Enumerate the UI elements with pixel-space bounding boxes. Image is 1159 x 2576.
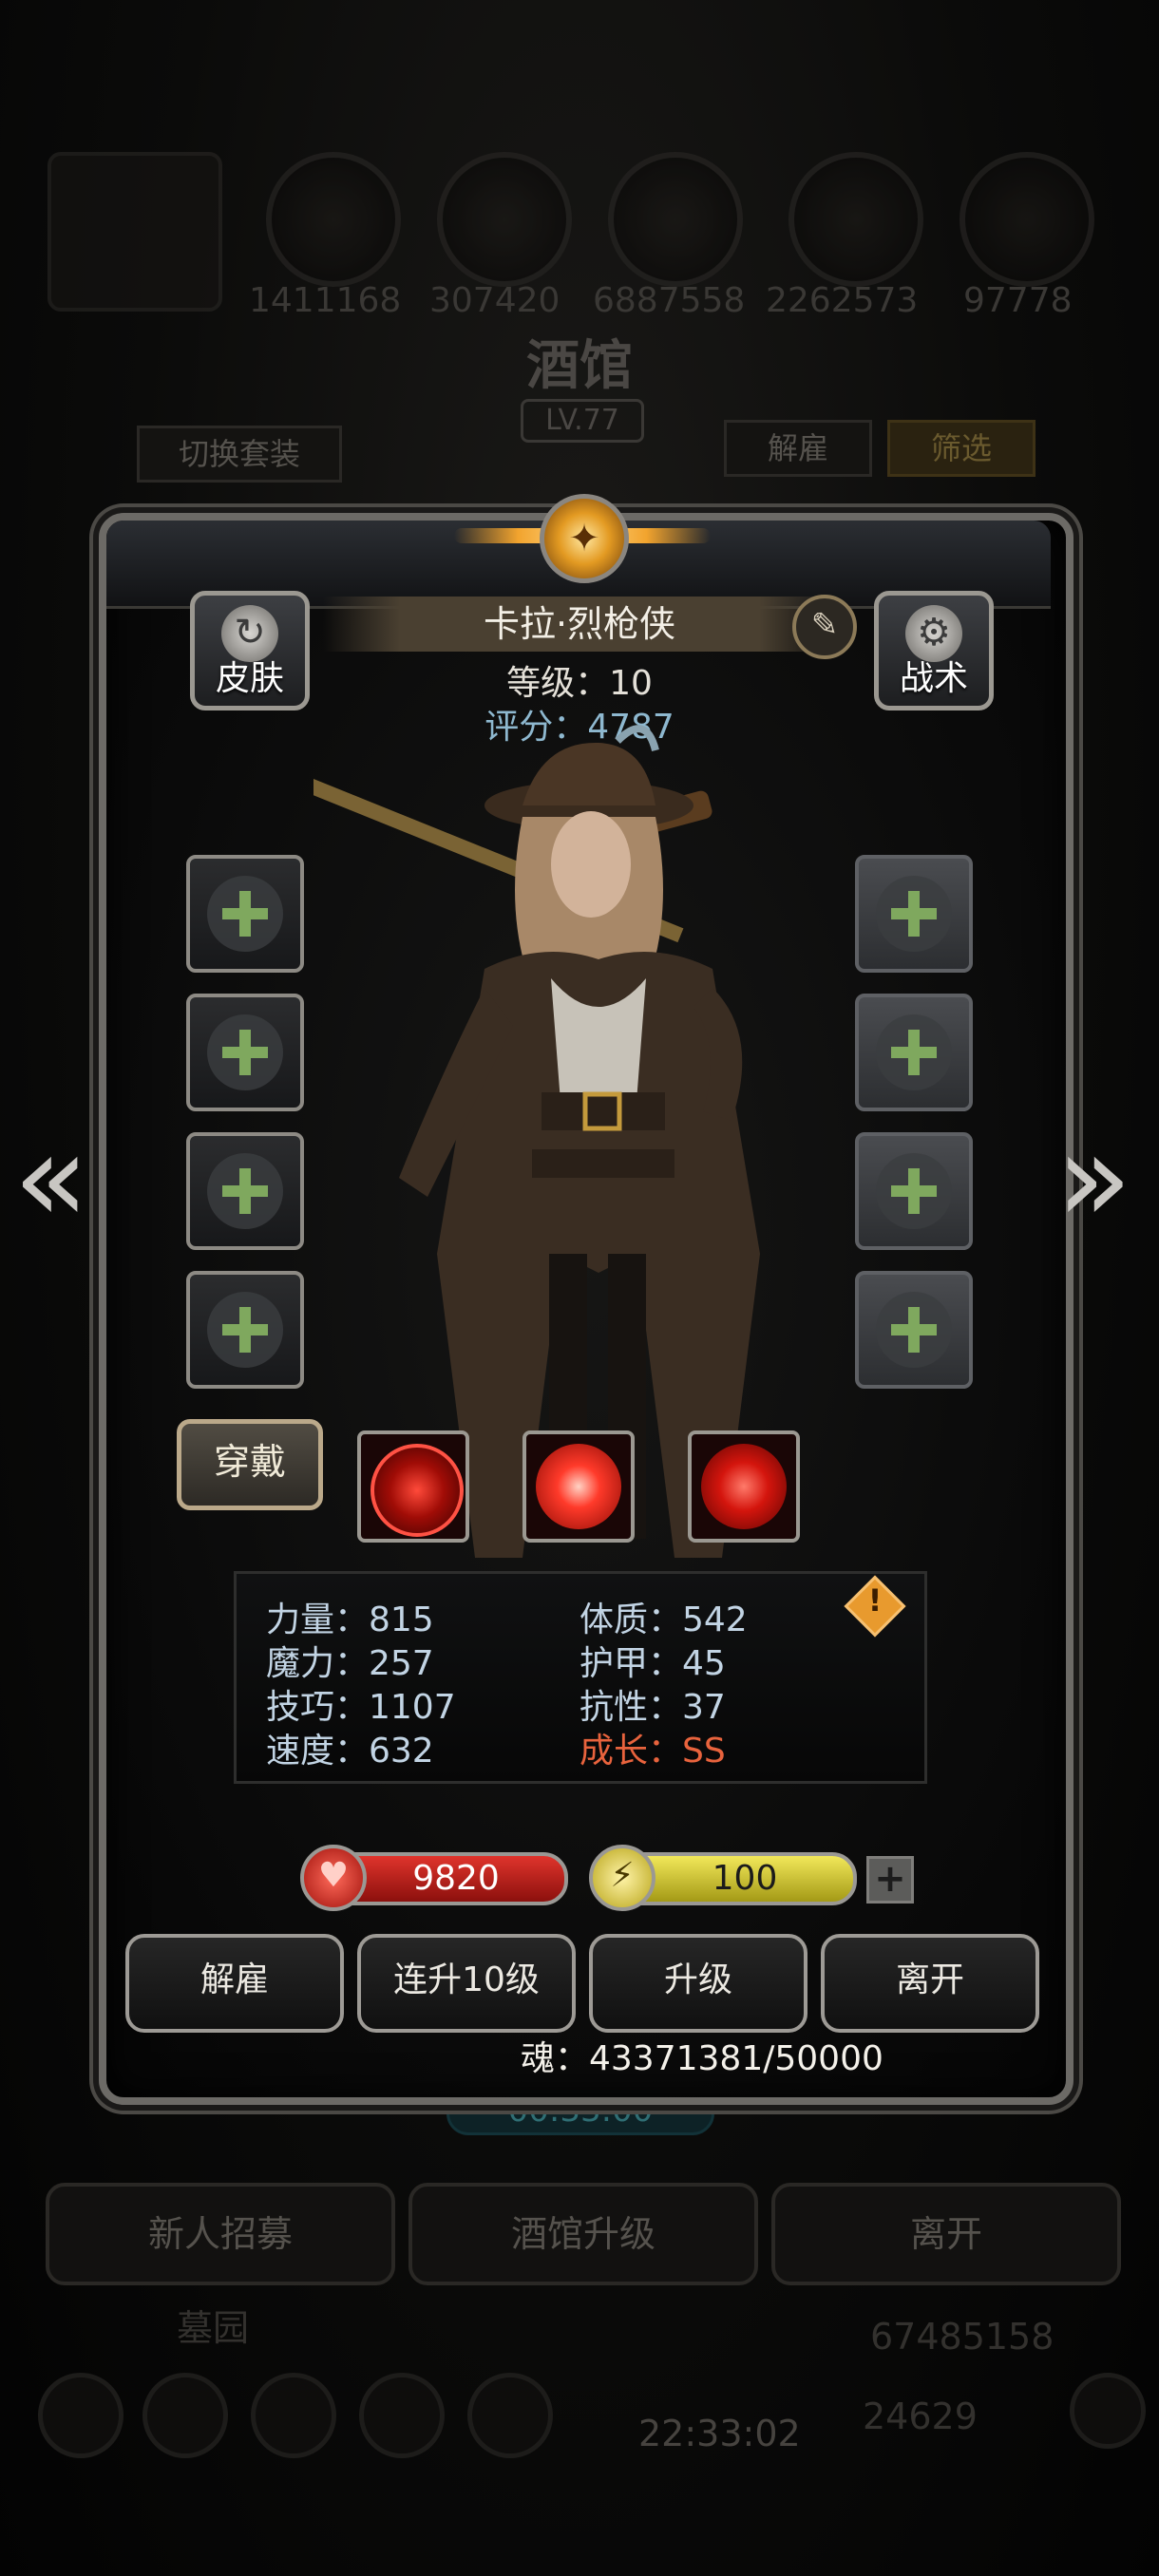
- skill-slot-2[interactable]: [522, 1430, 635, 1543]
- add-energy-button[interactable]: +: [866, 1856, 914, 1904]
- soul-counter: 魂：43371381/50000: [521, 2039, 884, 2078]
- resource-icon-3: [608, 152, 743, 287]
- hero-level: 等级：10: [506, 664, 653, 703]
- gem-amount: 24629: [863, 2396, 978, 2437]
- resource-icon-5: [960, 152, 1094, 287]
- gold-amount: 67485158: [870, 2316, 1054, 2358]
- energy-value: 100: [712, 1859, 778, 1898]
- stat-constitution: 体质：542: [580, 1601, 748, 1639]
- crosshair-skill-icon: [370, 1444, 464, 1537]
- accessory-slot-1[interactable]: [186, 1132, 304, 1250]
- clock-text: 22:33:02: [638, 2413, 801, 2454]
- recruit-button[interactable]: 新人招募: [46, 2183, 395, 2285]
- stat-speed: 速度：632: [266, 1732, 434, 1771]
- resource-icon-1: [266, 152, 401, 287]
- level-up-button[interactable]: 升级: [589, 1934, 808, 2033]
- bg-dismiss-button[interactable]: 解雇: [724, 420, 872, 477]
- level-up-10-button[interactable]: 连升10级: [357, 1934, 576, 2033]
- swirl-skill-icon: [536, 1444, 621, 1529]
- wear-button[interactable]: 穿戴: [177, 1419, 323, 1510]
- stat-growth: 成长：SS: [580, 1732, 726, 1771]
- accessory-slot-2[interactable]: [186, 1271, 304, 1389]
- lightning-icon: ⚡: [589, 1845, 656, 1911]
- dismiss-button[interactable]: 解雇: [125, 1934, 344, 2033]
- stat-skill: 技巧：1107: [266, 1688, 456, 1727]
- stat-magic: 魔力：257: [266, 1644, 434, 1683]
- skill-slot-1[interactable]: [357, 1430, 469, 1543]
- gem-slot[interactable]: [855, 994, 973, 1111]
- stat-strength: 力量：815: [266, 1601, 434, 1639]
- add-icon[interactable]: [1070, 2373, 1146, 2449]
- resource-value-2: 307420: [429, 281, 560, 320]
- warning-mark: !: [867, 1582, 883, 1619]
- ring-slot[interactable]: [855, 855, 973, 973]
- resource-value-4: 2262573: [766, 281, 919, 320]
- resource-value-5: 97778: [963, 281, 1073, 320]
- stat-armor: 护甲：45: [580, 1644, 726, 1683]
- player-avatar: [48, 152, 222, 312]
- hp-value: 9820: [412, 1859, 500, 1898]
- menu-icon-4[interactable]: [359, 2373, 445, 2458]
- filter-button[interactable]: 筛选: [887, 420, 1036, 477]
- rune-slot-1[interactable]: [855, 1132, 973, 1250]
- menu-icon-5[interactable]: [467, 2373, 553, 2458]
- menu-icon-3[interactable]: [251, 2373, 336, 2458]
- emblem-icon: ✦: [540, 494, 629, 583]
- tavern-level: LV.77: [521, 399, 644, 443]
- stat-resistance: 抗性：37: [580, 1688, 726, 1727]
- switch-outfit-button[interactable]: 切换套装: [137, 426, 342, 483]
- edit-name-icon[interactable]: ✎: [792, 595, 857, 659]
- armor-slot[interactable]: [186, 994, 304, 1111]
- leave-button[interactable]: 离开: [821, 1934, 1039, 2033]
- bg-leave-button[interactable]: 离开: [771, 2183, 1121, 2285]
- rune-slot-2[interactable]: [855, 1271, 973, 1389]
- resource-value-3: 6887558: [593, 281, 746, 320]
- next-hero-arrow-icon[interactable]: »: [1056, 1116, 1132, 1240]
- cemetery-label[interactable]: 墓园: [177, 2299, 249, 2351]
- prev-hero-arrow-icon[interactable]: «: [13, 1116, 89, 1240]
- resource-icon-4: [788, 152, 923, 287]
- heart-icon: ♥: [300, 1845, 367, 1911]
- hero-name: 卡拉·烈枪侠: [323, 597, 836, 652]
- tavern-upgrade-button[interactable]: 酒馆升级: [408, 2183, 758, 2285]
- tavern-title: 酒馆: [526, 334, 633, 397]
- resource-icon-2: [437, 152, 572, 287]
- target-skill-icon: [701, 1444, 787, 1529]
- weapon-slot[interactable]: [186, 855, 304, 973]
- menu-icon-1[interactable]: [38, 2373, 124, 2458]
- menu-icon-2[interactable]: [142, 2373, 228, 2458]
- skill-slot-3[interactable]: [688, 1430, 800, 1543]
- resource-value-1: 1411168: [249, 281, 402, 320]
